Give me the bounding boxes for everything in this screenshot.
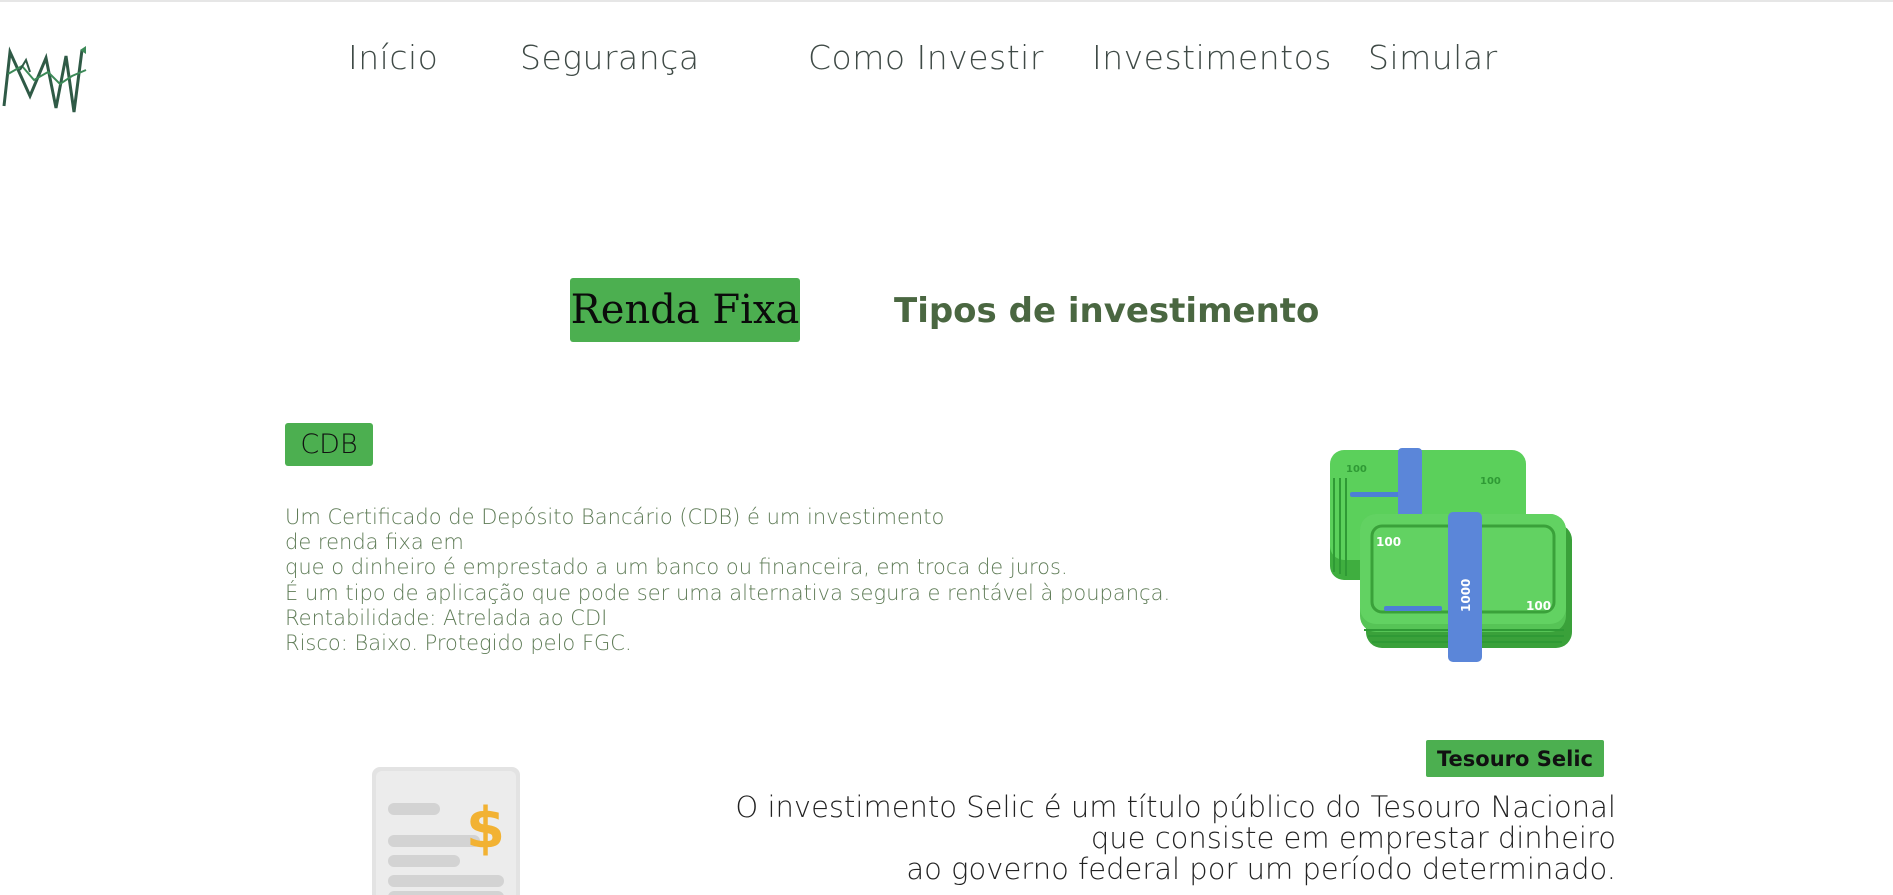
nav-inicio[interactable]: Início — [348, 38, 438, 77]
selic-line: O investimento Selic é um título público… — [735, 790, 1616, 824]
nav-simular[interactable]: Simular — [1368, 38, 1498, 77]
tab-tipos-de-investimento[interactable]: Tipos de investimento — [894, 291, 1319, 331]
cdb-line: É um tipo de aplicação que pode ser uma … — [285, 580, 1171, 605]
nav-investimentos[interactable]: Investimentos — [1092, 38, 1332, 77]
selic-line: ao governo federal por um período determ… — [906, 852, 1616, 886]
cdb-badge: CDB — [285, 423, 373, 466]
nav-como-investir[interactable]: Como Investir — [808, 38, 1044, 77]
selic-line: que consiste em emprestar dinheiro — [1090, 821, 1616, 855]
cdb-description: Um Certificado de Depósito Bancário (CDB… — [285, 505, 1170, 656]
document-dollar-icon: $ — [372, 767, 520, 895]
banknote-label: 1000 — [1459, 579, 1473, 612]
money-stack-icon: 100 100 100 100 1000 — [1330, 448, 1572, 662]
nav-seguranca[interactable]: Segurança — [520, 38, 700, 77]
cdb-line: Rentabilidade: Atrelada ao CDI — [285, 605, 608, 630]
cdb-line: Risco: Baixo. Protegido pelo FGC. — [285, 631, 632, 656]
banknote-label: 100 — [1526, 599, 1551, 613]
cdb-line: Um Certificado de Depósito Bancário (CDB… — [285, 505, 945, 529]
banknote-label: 100 — [1346, 464, 1367, 475]
cdb-line: que o dinheiro é emprestado a um banco o… — [285, 555, 1068, 580]
selic-badge: Tesouro Selic — [1426, 740, 1604, 777]
page: Início Segurança Como Investir Investime… — [0, 0, 1893, 895]
dollar-sign: $ — [466, 796, 505, 861]
banknote-label: 100 — [1480, 476, 1501, 487]
logo-icon[interactable] — [0, 36, 92, 120]
selic-description: O investimento Selic é um título público… — [735, 792, 1616, 885]
tab-renda-fixa[interactable]: Renda Fixa — [570, 278, 800, 342]
banknote-label: 100 — [1376, 535, 1401, 549]
cdb-line: de renda fixa em — [285, 530, 464, 555]
